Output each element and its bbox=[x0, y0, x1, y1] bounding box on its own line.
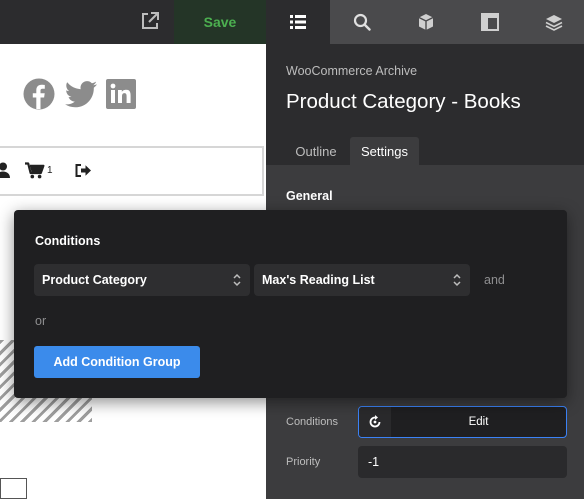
search-icon[interactable] bbox=[330, 0, 394, 44]
chevron-updown-icon bbox=[452, 273, 462, 290]
edit-label: Edit bbox=[468, 416, 489, 428]
template-type: WooCommerce Archive bbox=[286, 64, 418, 78]
condition-type-value: Product Category bbox=[42, 273, 147, 287]
and-button[interactable]: and bbox=[484, 273, 505, 287]
tab-settings[interactable]: Settings bbox=[350, 137, 419, 165]
list-icon[interactable] bbox=[266, 0, 330, 44]
external-link-icon[interactable] bbox=[140, 11, 160, 31]
panel-title: Product Category - Books bbox=[286, 90, 521, 113]
edit-conditions-button[interactable]: Edit bbox=[358, 406, 567, 438]
small-thumbnail bbox=[0, 478, 27, 499]
user-icon[interactable] bbox=[0, 162, 10, 178]
popup-title: Conditions bbox=[35, 234, 101, 248]
facebook-icon[interactable] bbox=[23, 78, 55, 110]
cart-count: 1 bbox=[47, 165, 53, 176]
cube-icon[interactable] bbox=[394, 0, 458, 44]
priority-input[interactable]: -1 bbox=[358, 446, 567, 478]
condition-value-select[interactable]: Max's Reading List bbox=[254, 264, 470, 296]
refresh-icon bbox=[359, 407, 391, 437]
section-heading: General bbox=[286, 189, 333, 203]
add-condition-group-button[interactable]: Add Condition Group bbox=[34, 346, 200, 378]
condition-type-select[interactable]: Product Category bbox=[34, 264, 250, 296]
save-button[interactable]: Save bbox=[174, 0, 266, 44]
or-label: or bbox=[35, 314, 47, 328]
cart-icon[interactable] bbox=[25, 162, 45, 179]
priority-label: Priority bbox=[286, 456, 321, 468]
twitter-icon[interactable] bbox=[64, 78, 98, 110]
chevron-updown-icon bbox=[232, 273, 242, 290]
condition-value: Max's Reading List bbox=[262, 273, 375, 287]
conditions-label: Conditions bbox=[286, 416, 338, 428]
linkedin-icon[interactable] bbox=[106, 79, 136, 109]
tab-outline[interactable]: Outline bbox=[286, 137, 346, 165]
layout-icon[interactable] bbox=[458, 0, 522, 44]
layers-icon[interactable] bbox=[522, 0, 584, 44]
logout-icon[interactable] bbox=[75, 164, 91, 177]
